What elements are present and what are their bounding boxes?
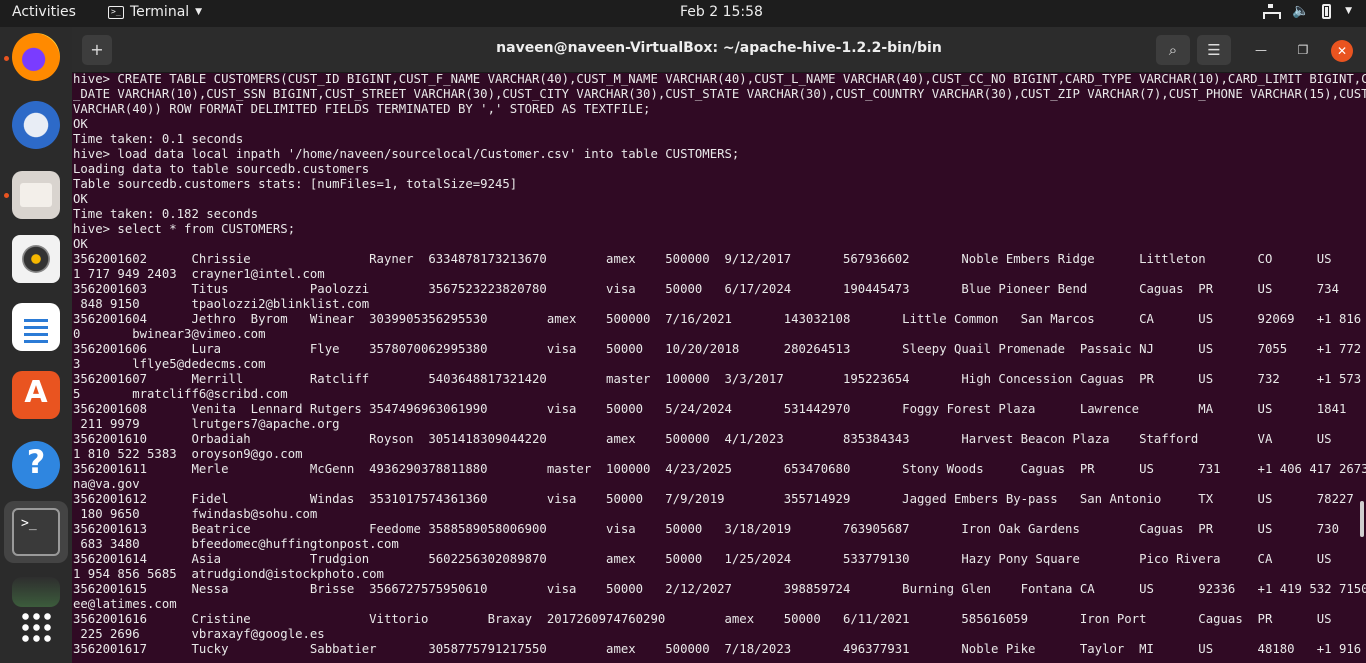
terminal-line: 3562001616 Cristine Vittorio Braxay 2017… <box>73 612 1366 626</box>
terminal-line: 3562001607 Merrill Ratcliff 540364881732… <box>73 372 1366 386</box>
dock-terminal-active[interactable]: >_ <box>4 501 68 563</box>
terminal-line: 1 717 949 2403 crayner1@intel.com <box>73 267 325 281</box>
terminal-line: OK <box>73 237 88 251</box>
terminal-line: 1 954 856 5685 atrudgiond@istockphoto.co… <box>73 567 384 581</box>
running-indicator <box>4 56 9 61</box>
terminal-line: 180 9650 fwindasb@sohu.com <box>73 507 318 521</box>
title-bar[interactable]: + naveen@naveen-VirtualBox: ~/apache-hiv… <box>72 27 1366 73</box>
terminal-line: 3 lflye5@dedecms.com <box>73 357 266 371</box>
terminal-line: 3562001611 Merle McGenn 4936290378811880… <box>73 462 1366 476</box>
terminal-line: VARCHAR(40)) ROW FORMAT DELIMITED FIELDS… <box>73 102 651 116</box>
terminal-line: hive> CREATE TABLE CUSTOMERS(CUST_ID BIG… <box>73 73 1366 86</box>
terminal-icon: >_ <box>108 5 124 19</box>
system-tray[interactable]: 🔈 ▼ <box>1262 3 1352 19</box>
terminal-line: 683 3480 bfeedomec@huffingtonpost.com <box>73 537 399 551</box>
battery-icon[interactable] <box>1322 4 1332 19</box>
thunderbird-icon[interactable] <box>12 101 60 149</box>
terminal-line: 0 bwinear3@vimeo.com <box>73 327 266 341</box>
terminal-line: Loading data to table sourcedb.customers <box>73 162 370 176</box>
terminal-line: hive> select * from CUSTOMERS; <box>73 222 296 236</box>
terminal-output[interactable]: hive> CREATE TABLE CUSTOMERS(CUST_ID BIG… <box>72 73 1366 663</box>
app-menu[interactable]: >_ Terminal ▼ <box>108 4 202 20</box>
chevron-down-icon[interactable]: ▼ <box>1345 6 1352 16</box>
running-indicator <box>4 193 9 198</box>
terminal-line: 3562001608 Venita Lennard Rutgers 354749… <box>73 402 1366 416</box>
terminal-line: 3562001615 Nessa Brisse 3566727575950610… <box>73 582 1366 596</box>
terminal-line: na@va.gov <box>73 477 140 491</box>
help-icon[interactable] <box>12 441 60 489</box>
terminal-line: ee@latimes.com <box>73 597 177 611</box>
terminal-line: 848 9150 tpaolozzi2@blinklist.com <box>73 297 370 311</box>
app-menu-label: Terminal <box>130 4 190 20</box>
hamburger-menu-button[interactable]: ☰ <box>1197 35 1231 65</box>
terminal-line: 3562001604 Jethro Byrom Winear 303990535… <box>73 312 1366 326</box>
maximize-button[interactable]: ❐ <box>1294 41 1312 59</box>
ubuntu-software-icon[interactable] <box>12 371 60 419</box>
terminal-line: 3562001612 Fidel Windas 3531017574361360… <box>73 492 1366 506</box>
terminal-line: Time taken: 0.182 seconds <box>73 207 259 221</box>
terminal-line: 1 810 522 5383 oroyson9@go.com <box>73 447 303 461</box>
minimize-button[interactable]: — <box>1252 41 1270 59</box>
terminal-text: hive> CREATE TABLE CUSTOMERS(CUST_ID BIG… <box>73 73 1366 657</box>
terminal-line: 3562001617 Tucky Sabbatier 3058775791217… <box>73 642 1366 656</box>
terminal-line: Table sourcedb.customers stats: [numFile… <box>73 177 518 191</box>
terminal-line: 3562001603 Titus Paolozzi 35675232238207… <box>73 282 1366 296</box>
terminal-line: 3562001606 Lura Flye 3578070062995380 vi… <box>73 342 1366 356</box>
rhythmbox-icon[interactable] <box>12 235 60 283</box>
terminal-icon[interactable]: >_ <box>12 508 60 556</box>
chevron-down-icon: ▼ <box>195 7 203 17</box>
scrollbar-thumb[interactable] <box>1360 501 1364 537</box>
terminal-line: 3562001602 Chrissie Rayner 6334878173213… <box>73 252 1366 266</box>
firefox-icon[interactable] <box>12 33 60 81</box>
close-button[interactable]: ✕ <box>1331 40 1353 62</box>
volume-icon[interactable]: 🔈 <box>1292 3 1309 19</box>
dock: >_ <box>0 27 72 663</box>
terminal-line: 225 2696 vbraxayf@google.es <box>73 627 325 641</box>
terminal-line: 3562001610 Orbadiah Royson 3051418309044… <box>73 432 1366 446</box>
terminal-line: 5 mratcliff6@scribd.com <box>73 387 288 401</box>
network-icon[interactable] <box>1262 3 1282 19</box>
top-bar: Activities >_ Terminal ▼ Feb 2 15:58 🔈 ▼ <box>0 0 1366 27</box>
terminal-line: 211 9979 lrutgers7@apache.org <box>73 417 340 431</box>
terminal-line: 3562001614 Asia Trudgion 560225630208987… <box>73 552 1366 566</box>
show-applications-icon[interactable] <box>20 611 52 643</box>
app-icon-partial[interactable] <box>12 577 60 607</box>
libreoffice-writer-icon[interactable] <box>12 303 60 351</box>
terminal-line: 3562001613 Beatrice Feedome 358858905800… <box>73 522 1366 536</box>
activities-button[interactable]: Activities <box>12 4 76 20</box>
terminal-line: _DATE VARCHAR(10),CUST_SSN BIGINT,CUST_S… <box>73 87 1366 101</box>
terminal-line: OK <box>73 117 88 131</box>
terminal-line: hive> load data local inpath '/home/nave… <box>73 147 740 161</box>
terminal-window: + naveen@naveen-VirtualBox: ~/apache-hiv… <box>72 27 1366 663</box>
terminal-line: OK <box>73 192 88 206</box>
terminal-line: Time taken: 0.1 seconds <box>73 132 244 146</box>
clock[interactable]: Feb 2 15:58 <box>680 4 763 20</box>
search-button[interactable]: ⌕ <box>1156 35 1190 65</box>
files-icon[interactable] <box>12 171 60 219</box>
